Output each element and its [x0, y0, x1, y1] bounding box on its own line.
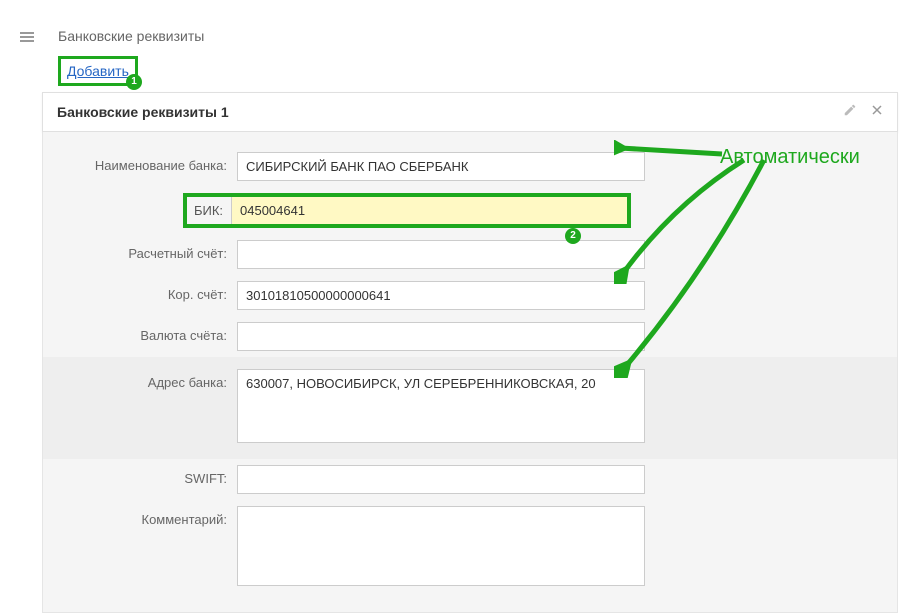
step-badge-1: 1 — [126, 74, 142, 90]
bank-name-label: Наименование банка: — [53, 152, 237, 173]
section-title: Банковские реквизиты — [58, 28, 204, 44]
panel-body: Наименование банка: БИК: 2 Расчетный счё… — [42, 132, 898, 613]
bank-address-label: Адрес банка: — [53, 369, 237, 390]
corr-account-input[interactable] — [237, 281, 645, 310]
step-badge-2: 2 — [565, 228, 581, 244]
bank-address-input[interactable] — [237, 369, 645, 443]
comment-input[interactable] — [237, 506, 645, 586]
panel-title: Банковские реквизиты 1 — [57, 104, 229, 120]
settlement-account-input[interactable] — [237, 240, 645, 269]
swift-label: SWIFT: — [53, 465, 237, 486]
corr-account-label: Кор. счёт: — [53, 281, 237, 302]
close-icon[interactable] — [871, 103, 883, 121]
bank-details-panel: Банковские реквизиты 1 Наименование банк… — [42, 92, 898, 613]
edit-icon[interactable] — [843, 103, 857, 121]
bik-input[interactable] — [231, 197, 627, 224]
bank-name-input[interactable] — [237, 152, 645, 181]
panel-header: Банковские реквизиты 1 — [42, 92, 898, 132]
comment-label: Комментарий: — [53, 506, 237, 527]
currency-label: Валюта счёта: — [53, 322, 237, 343]
swift-input[interactable] — [237, 465, 645, 494]
settlement-account-label: Расчетный счёт: — [53, 240, 237, 261]
menu-icon[interactable] — [20, 30, 34, 44]
bik-label: БИК: — [187, 203, 231, 218]
auto-annotation: Автоматически — [720, 146, 860, 169]
currency-input[interactable] — [237, 322, 645, 351]
